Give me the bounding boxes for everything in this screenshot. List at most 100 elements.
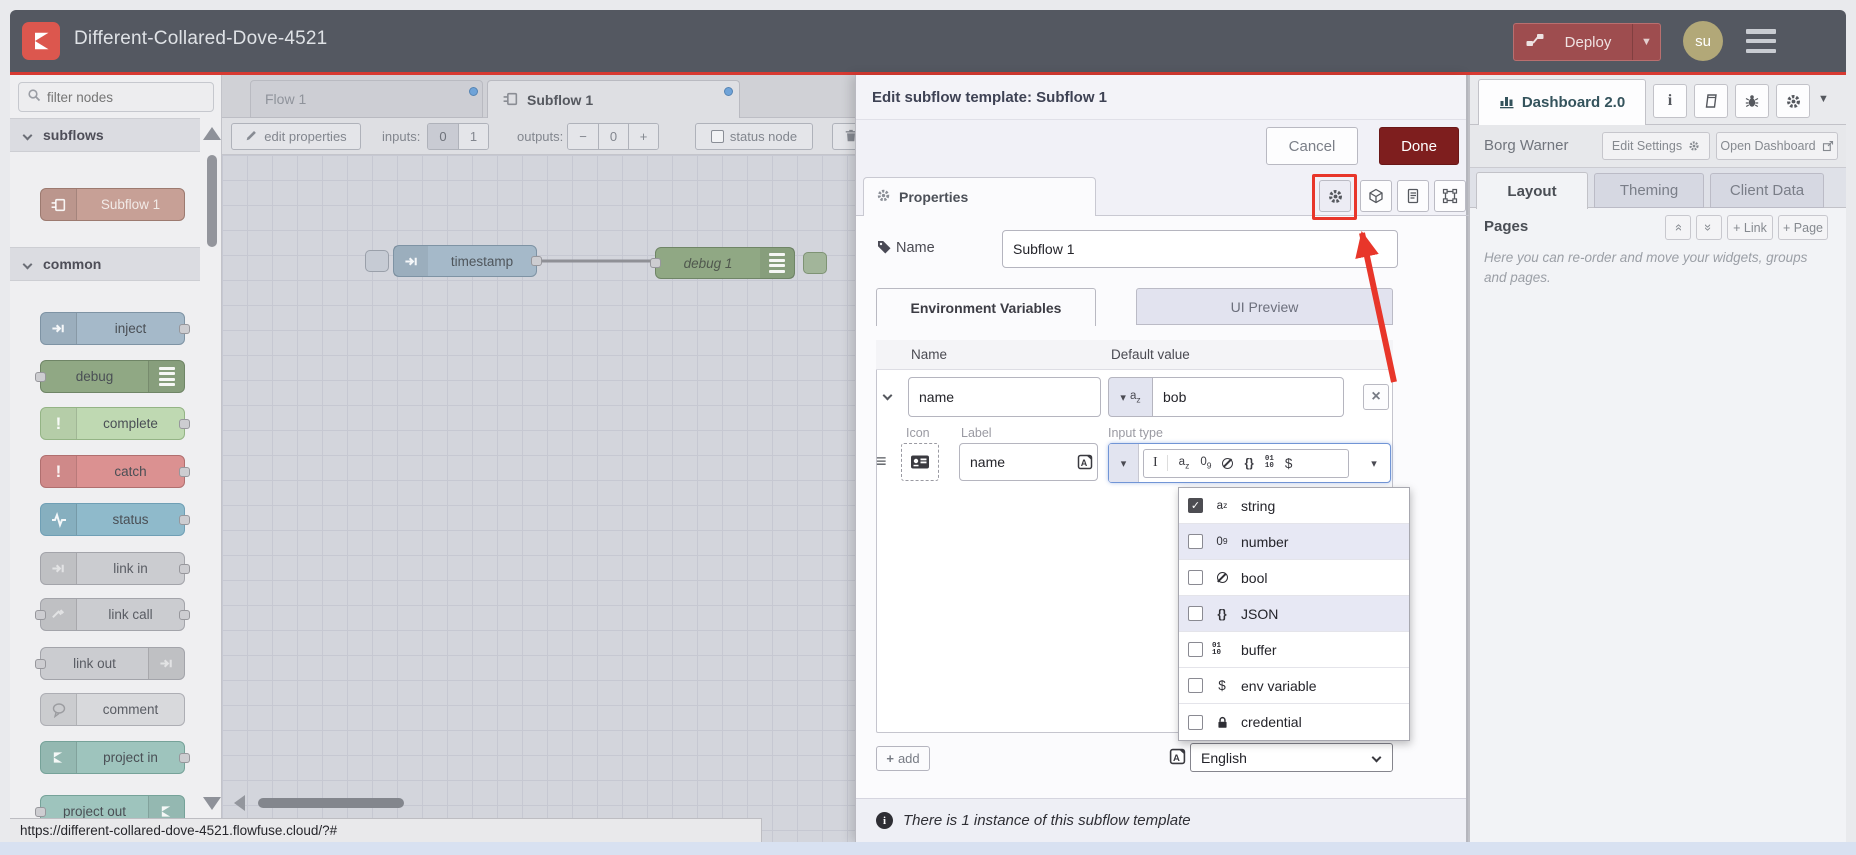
type-option-buffer[interactable]: 01 10 buffer [1179, 632, 1409, 668]
tab-dashboard-2[interactable]: Dashboard 2.0 [1478, 79, 1646, 125]
deploy-icon [1526, 32, 1544, 52]
appearance-button[interactable] [1434, 180, 1466, 212]
palette-node-label: complete [103, 416, 158, 431]
module-properties-button[interactable] [1360, 180, 1392, 212]
palette-node-subflow-1[interactable]: Subflow 1 [40, 188, 185, 221]
drag-handle-icon[interactable]: ≡ [876, 451, 887, 472]
palette-node-complete[interactable]: ! complete [40, 407, 190, 440]
checkbox-icon[interactable] [1188, 606, 1203, 621]
dashboard-name: Borg Warner [1484, 137, 1569, 154]
inputs-option-0[interactable]: 0 [428, 124, 458, 149]
tab-environment-variables[interactable]: Environment Variables [876, 288, 1096, 326]
inputs-toggle[interactable]: 0 1 [427, 123, 489, 150]
checkbox-icon[interactable] [1188, 570, 1203, 585]
palette-node-link-in[interactable]: link in [40, 552, 190, 585]
translate-icon[interactable]: A [1077, 454, 1093, 475]
tab-theming[interactable]: Theming [1594, 173, 1704, 208]
delete-row-button[interactable]: × [1363, 384, 1389, 410]
outputs-plus-button[interactable]: + [628, 124, 658, 149]
node-port[interactable] [650, 258, 661, 268]
palette-node-link-call[interactable]: link call [35, 598, 190, 631]
env-name-input[interactable] [908, 377, 1101, 417]
edit-properties-button[interactable]: edit properties [231, 123, 361, 150]
canvas-h-scrollbar[interactable] [258, 798, 404, 808]
subflow-properties-gear-button[interactable] [1319, 180, 1351, 212]
help-sidebar-button[interactable] [1694, 84, 1728, 118]
description-button[interactable] [1397, 180, 1429, 212]
type-option-bool[interactable]: bool [1179, 560, 1409, 596]
palette-node-catch[interactable]: ! catch [40, 455, 190, 488]
input-type-field[interactable]: ▾ I az 09 {} 01 10 $ ▾ [1108, 443, 1391, 483]
checkbox-icon[interactable] [1188, 642, 1203, 657]
palette-scrollbar[interactable] [207, 155, 217, 247]
inject-trigger-button[interactable] [365, 250, 389, 272]
palette-scroll-down-icon[interactable] [203, 797, 221, 810]
open-dashboard-button[interactable]: Open Dashboard [1716, 132, 1838, 160]
delete-subflow-button[interactable] [832, 123, 855, 150]
palette-node-inject[interactable]: inject [40, 312, 190, 345]
category-subflows[interactable]: subflows [10, 118, 200, 152]
caret-down-icon[interactable]: ▾ [1359, 457, 1389, 470]
config-sidebar-button[interactable] [1776, 84, 1810, 118]
pulse-icon [41, 504, 77, 535]
add-env-var-button[interactable]: + add [876, 746, 930, 771]
edit-settings-button[interactable]: Edit Settings [1602, 132, 1710, 160]
tab-layout[interactable]: Layout [1476, 172, 1588, 209]
type-option-credential[interactable]: credential [1179, 704, 1409, 740]
add-link-button[interactable]: + Link [1727, 215, 1773, 240]
canvas-node-debug-1[interactable]: debug 1 [650, 247, 795, 279]
value-type-button[interactable]: ▾ az [1108, 377, 1153, 417]
subflow-name-input[interactable] [1002, 230, 1398, 268]
language-select[interactable]: English [1190, 743, 1393, 772]
category-common[interactable]: common [10, 247, 200, 281]
palette-node-comment[interactable]: comment [40, 693, 185, 726]
tab-ui-preview[interactable]: UI Preview [1136, 288, 1393, 325]
debug-toggle-button[interactable] [803, 252, 827, 274]
palette-node-debug[interactable]: debug [35, 360, 185, 393]
canvas-grid[interactable]: timestamp debug 1 [222, 155, 855, 842]
palette-filter[interactable] [18, 82, 214, 112]
tab-subflow-1[interactable]: Subflow 1 [487, 80, 740, 119]
done-button[interactable]: Done [1379, 127, 1459, 165]
inputs-option-1[interactable]: 1 [458, 124, 488, 149]
main-menu-icon[interactable] [1746, 29, 1776, 53]
input-type-dropdown-button[interactable]: ▾ [1109, 444, 1139, 482]
canvas-node-timestamp[interactable]: timestamp [393, 245, 542, 277]
checkbox-checked-icon[interactable]: ✓ [1188, 498, 1203, 513]
palette-scroll-up-icon[interactable] [203, 127, 221, 140]
deploy-button[interactable]: Deploy ▼ [1513, 23, 1661, 61]
outputs-stepper[interactable]: − 0 + [567, 123, 659, 150]
info-sidebar-button[interactable]: i [1653, 84, 1687, 118]
checkbox-icon[interactable] [1188, 678, 1203, 693]
expand-all-button[interactable]: » [1696, 215, 1722, 240]
type-option-string[interactable]: ✓ az string [1179, 488, 1409, 524]
collapse-all-button[interactable]: » [1665, 215, 1691, 240]
filter-nodes-input[interactable] [47, 89, 197, 105]
outputs-minus-button[interactable]: − [568, 124, 598, 149]
canvas-scroll-left-icon[interactable] [234, 795, 245, 811]
node-port[interactable] [531, 256, 542, 266]
icon-picker-button[interactable] [901, 443, 939, 481]
palette-node-status[interactable]: status [40, 503, 190, 536]
type-option-env-variable[interactable]: $ env variable [1179, 668, 1409, 704]
sidebar-menu-caret-icon[interactable]: ▼ [1818, 93, 1829, 105]
palette-node-link-out[interactable]: link out [35, 647, 185, 680]
checkbox-icon[interactable] [1188, 534, 1203, 549]
deploy-caret-icon[interactable]: ▼ [1632, 24, 1660, 60]
tab-properties[interactable]: Properties [863, 177, 1096, 216]
right-sidebar: Dashboard 2.0 i ▼ Borg Warner Edit Setti… [1470, 75, 1846, 842]
env-value-input[interactable] [1153, 377, 1344, 417]
type-option-number[interactable]: 09 number [1179, 524, 1409, 560]
type-option-json[interactable]: {} JSON [1179, 596, 1409, 632]
debug-sidebar-button[interactable] [1735, 84, 1769, 118]
app-header: Different-Collared-Dove-4521 Deploy ▼ su [10, 10, 1846, 72]
add-page-button[interactable]: + Page [1778, 215, 1828, 240]
status-node-toggle[interactable]: status node [695, 123, 813, 150]
checkbox-icon[interactable] [1188, 714, 1203, 730]
user-avatar[interactable]: su [1683, 21, 1723, 61]
tab-flow-1[interactable]: Flow 1 [250, 80, 483, 118]
palette-node-project-in[interactable]: project in [40, 741, 190, 774]
cancel-button[interactable]: Cancel [1266, 127, 1358, 165]
flow-canvas[interactable]: Flow 1 Subflow 1 edit properties inputs:… [222, 75, 855, 842]
tab-client-data[interactable]: Client Data [1710, 173, 1824, 208]
